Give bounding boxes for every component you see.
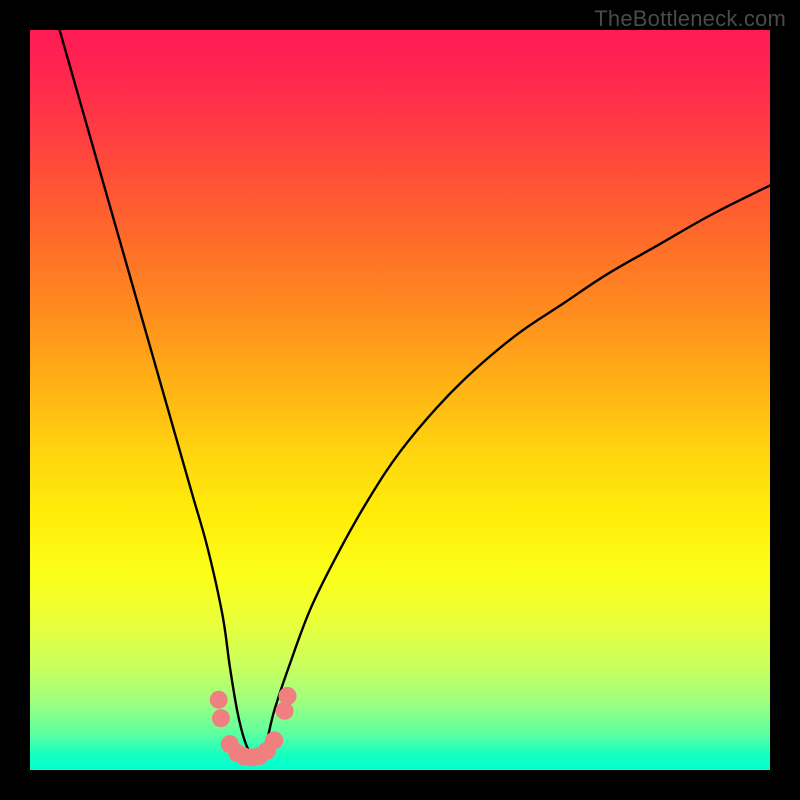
highlight-dot [276,702,294,720]
highlight-dot [279,687,297,705]
watermark-text: TheBottleneck.com [594,6,786,32]
curve-layer [30,30,770,770]
plot-area [30,30,770,770]
highlight-dot [265,731,283,749]
highlight-dot [212,709,230,727]
highlight-dot [210,691,228,709]
highlight-dots [210,687,297,766]
bottleneck-curve [60,30,770,757]
chart-frame: TheBottleneck.com [0,0,800,800]
